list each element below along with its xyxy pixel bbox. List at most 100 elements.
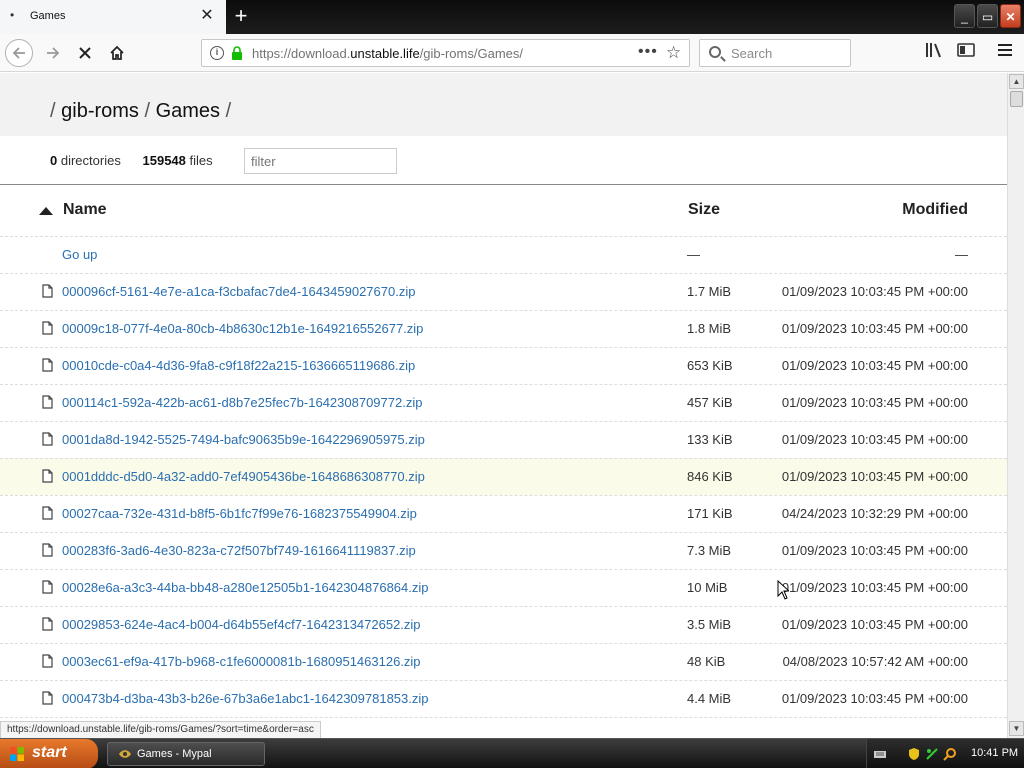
column-header-modified[interactable]: Modified: [902, 201, 968, 219]
search-input[interactable]: Search: [699, 39, 851, 67]
restore-button[interactable]: ▭: [977, 4, 998, 28]
file-link[interactable]: 00029853-624e-4ac4-b004-d64b55ef4cf7-164…: [62, 617, 421, 632]
file-count: 159548: [142, 153, 186, 168]
scroll-down-arrow-icon[interactable]: ▼: [1009, 721, 1024, 736]
url-text: https://download.unstable.life/gib-roms/…: [252, 46, 523, 61]
breadcrumb-gib-roms[interactable]: gib-roms: [61, 100, 139, 122]
sort-ascending-icon[interactable]: [39, 207, 53, 215]
filter-input[interactable]: [244, 148, 397, 174]
tab-close-icon[interactable]: ✕: [198, 7, 216, 25]
table-row[interactable]: 0003ec61-ef9a-417b-b968-c1fe6000081b-168…: [0, 643, 1007, 680]
file-icon: [42, 284, 53, 298]
file-modified: 01/09/2023 10:03:45 PM +00:00: [781, 358, 968, 373]
windows-logo-icon: [10, 747, 24, 761]
page-header: / gib-roms / Games /: [0, 73, 1007, 136]
file-link[interactable]: 000096cf-5161-4e7e-a1ca-f3cbafac7de4-164…: [62, 284, 415, 299]
file-modified: 01/09/2023 10:03:45 PM +00:00: [781, 432, 968, 447]
file-icon: [42, 506, 53, 520]
file-link[interactable]: 0001da8d-1942-5525-7494-bafc90635b9e-164…: [62, 432, 425, 447]
table-row[interactable]: 0001da8d-1942-5525-7494-bafc90635b9e-164…: [0, 421, 1007, 458]
table-row[interactable]: 00028e6a-a3c3-44ba-bb48-a280e12505b1-164…: [0, 569, 1007, 606]
file-link[interactable]: 000283f6-3ad6-4e30-823a-c72f507bf749-161…: [62, 543, 416, 558]
table-row[interactable]: 000096cf-5161-4e7e-a1ca-f3cbafac7de4-164…: [0, 273, 1007, 310]
sidebar-icon[interactable]: [955, 42, 977, 64]
home-icon: [110, 45, 124, 60]
file-size: 846 KiB: [687, 469, 733, 484]
url-bar[interactable]: i https://download.unstable.life/gib-rom…: [201, 39, 690, 67]
file-size: 653 KiB: [687, 358, 733, 373]
file-size: 10 MiB: [687, 580, 728, 595]
library-icon[interactable]: [923, 42, 945, 64]
scroll-up-arrow-icon[interactable]: ▲: [1009, 74, 1024, 89]
taskbar: start Games - Mypal 10:41 PM: [0, 738, 1024, 768]
file-icon: [42, 654, 53, 668]
file-link[interactable]: 0001dddc-d5d0-4a32-add0-7ef4905436be-164…: [62, 469, 425, 484]
file-link[interactable]: 0003ec61-ef9a-417b-b968-c1fe6000081b-168…: [62, 654, 421, 669]
table-row[interactable]: 00029853-624e-4ac4-b004-d64b55ef4cf7-164…: [0, 606, 1007, 643]
table-row[interactable]: 0001dddc-d5d0-4a32-add0-7ef4905436be-164…: [0, 458, 1007, 495]
new-tab-button[interactable]: +: [231, 4, 251, 28]
table-row[interactable]: 000473b4-d3ba-43b3-b26e-67b3a6e1abc1-164…: [0, 680, 1007, 717]
home-button[interactable]: [103, 39, 131, 67]
file-icon: [42, 543, 53, 557]
column-header-name[interactable]: Name: [63, 201, 107, 219]
tab-bar: • Games ✕ + _ ▭ ✕: [0, 0, 1024, 34]
table-row[interactable]: 000114c1-592a-422b-ac61-d8b7e25fec7b-164…: [0, 384, 1007, 421]
minimize-button[interactable]: _: [954, 4, 975, 28]
file-size: 48 KiB: [687, 654, 726, 669]
file-size: 4.4 MiB: [687, 691, 732, 706]
file-link[interactable]: 000114c1-592a-422b-ac61-d8b7e25fec7b-164…: [62, 395, 422, 410]
status-bar: https://download.unstable.life/gib-roms/…: [0, 721, 321, 739]
file-icon: [42, 580, 53, 594]
close-window-button[interactable]: ✕: [1000, 4, 1021, 28]
go-up-row[interactable]: Go up — —: [0, 236, 1007, 273]
scrollbar-thumb[interactable]: [1010, 91, 1023, 107]
shield-icon[interactable]: [907, 747, 921, 761]
file-icon: [42, 358, 53, 372]
keyboard-icon[interactable]: [873, 747, 887, 761]
table-row[interactable]: 00009c18-077f-4e0a-80cb-4b8630c12b1e-164…: [0, 310, 1007, 347]
search-tray-icon[interactable]: [943, 747, 957, 761]
tab-title: Games: [30, 10, 66, 22]
file-icon: [42, 691, 53, 705]
forward-button[interactable]: [39, 39, 67, 67]
file-icon: [42, 395, 53, 409]
file-modified: 01/09/2023 10:03:45 PM +00:00: [781, 284, 968, 299]
vertical-scrollbar[interactable]: ▲ ▼: [1007, 73, 1024, 738]
table-row[interactable]: 000283f6-3ad6-4e30-823a-c72f507bf749-161…: [0, 532, 1007, 569]
stop-button[interactable]: [71, 39, 99, 67]
file-link[interactable]: 00028e6a-a3c3-44ba-bb48-a280e12505b1-164…: [62, 580, 429, 595]
file-link[interactable]: 000473b4-d3ba-43b3-b26e-67b3a6e1abc1-164…: [62, 691, 429, 706]
directory-count: 0: [50, 153, 58, 168]
clock: 10:41 PM: [971, 747, 1019, 759]
file-link[interactable]: 00027caa-732e-431d-b8f5-6b1fc7f99e76-168…: [62, 506, 417, 521]
column-header-size[interactable]: Size: [688, 201, 720, 219]
navigation-toolbar: i https://download.unstable.life/gib-rom…: [0, 34, 1024, 72]
table-row[interactable]: 00027caa-732e-431d-b8f5-6b1fc7f99e76-168…: [0, 495, 1007, 532]
tab-games[interactable]: • Games ✕: [0, 0, 226, 34]
page-actions-icon[interactable]: •••: [638, 43, 658, 61]
go-up-size: —: [687, 247, 700, 262]
taskbar-item-games-mypal[interactable]: Games - Mypal: [107, 742, 265, 766]
file-modified: 04/08/2023 10:57:42 AM +00:00: [782, 654, 968, 669]
file-icon: [42, 432, 53, 446]
go-up-link[interactable]: Go up: [62, 247, 97, 262]
file-link[interactable]: 00010cde-c0a4-4d36-9fa8-c9f18f22a215-163…: [62, 358, 415, 373]
mypal-browser-icon: [119, 750, 131, 758]
file-size: 133 KiB: [687, 432, 733, 447]
network-icon[interactable]: [925, 747, 939, 761]
file-size: 1.7 MiB: [687, 284, 732, 299]
arrow-left-icon: [12, 47, 25, 59]
table-row[interactable]: 18880405622.zip1.3 MiB01/09/2023 10:03:4…: [0, 717, 1007, 718]
bookmark-star-icon[interactable]: ☆: [666, 43, 681, 63]
back-button[interactable]: [5, 39, 33, 67]
file-size: 457 KiB: [687, 395, 733, 410]
menu-hamburger-icon[interactable]: [994, 42, 1016, 64]
divider: [0, 184, 1007, 185]
start-button[interactable]: start: [0, 739, 98, 768]
file-link[interactable]: 00009c18-077f-4e0a-80cb-4b8630c12b1e-164…: [62, 321, 423, 336]
table-row[interactable]: 00010cde-c0a4-4d36-9fa8-c9f18f22a215-163…: [0, 347, 1007, 384]
info-icon[interactable]: i: [210, 46, 224, 60]
breadcrumb-games[interactable]: Games: [156, 100, 220, 122]
lock-icon[interactable]: [231, 46, 243, 60]
